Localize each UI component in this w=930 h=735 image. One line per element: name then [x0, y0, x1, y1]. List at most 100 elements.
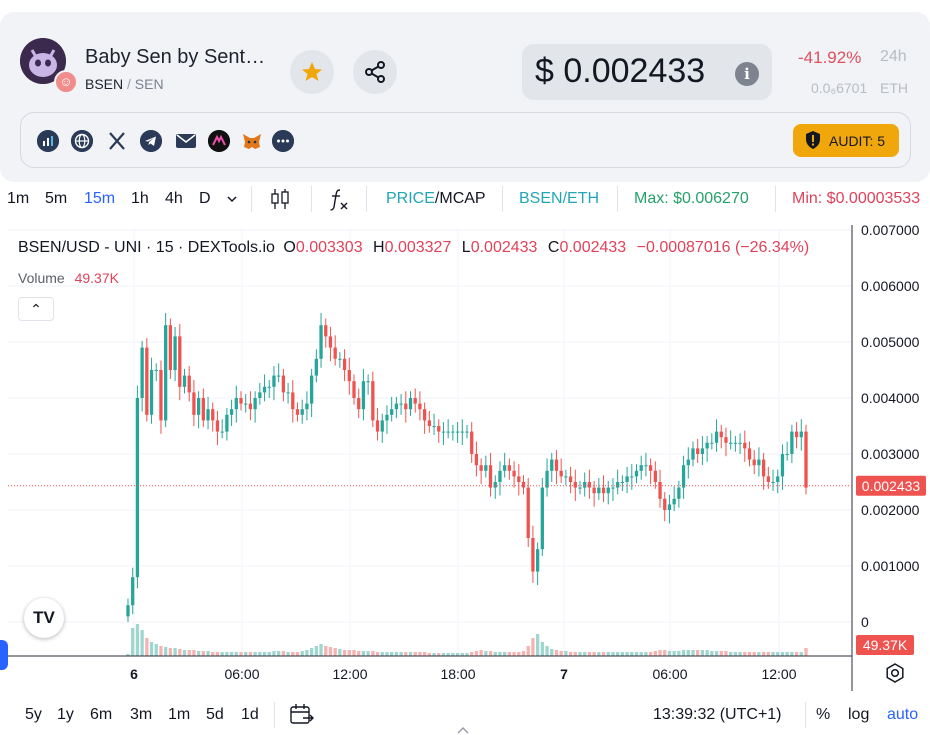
candle-body: [159, 370, 163, 421]
volume-bar: [225, 652, 229, 656]
auto-scale-toggle[interactable]: auto: [887, 706, 918, 724]
side-panel-handle[interactable]: [0, 640, 8, 670]
volume-bar: [220, 652, 224, 656]
candle-body: [733, 442, 738, 444]
audit-badge[interactable]: AUDIT: 5: [793, 124, 899, 157]
close-value: 0.002433: [559, 239, 627, 256]
range-5y[interactable]: 5y: [25, 706, 42, 724]
candle-body: [493, 482, 497, 488]
candle-body: [309, 375, 314, 404]
chart-canvas[interactable]: 0.007000 0.006000 0.005000 0.004000 0.003000…: [8, 225, 930, 691]
collapse-legend-button[interactable]: ⌃: [18, 297, 54, 321]
candle-body: [705, 442, 709, 449]
volume-bar: [201, 651, 205, 656]
price-mcap-toggle[interactable]: PRICE/MCAP: [386, 190, 486, 208]
y-tick-label: 0.006000: [861, 278, 920, 294]
volume-bar: [729, 652, 733, 656]
tradingview-logo-icon[interactable]: TV: [24, 598, 64, 638]
settings-icon[interactable]: [884, 662, 906, 684]
volume-bar: [262, 652, 267, 656]
candle-body: [225, 414, 229, 432]
volume-bar: [291, 652, 295, 656]
candle-body: [432, 426, 436, 427]
range-1d[interactable]: 1d: [241, 706, 259, 724]
telegram-icon[interactable]: [140, 130, 162, 152]
volume-bar: [790, 652, 794, 656]
timeframe-5m[interactable]: 5m: [45, 190, 67, 208]
volume-bar: [418, 652, 422, 656]
candle-body: [244, 403, 248, 405]
volume-bar: [338, 649, 342, 656]
volume-bar: [253, 652, 257, 656]
dextools-icon[interactable]: [37, 130, 59, 152]
mail-icon[interactable]: [175, 130, 197, 152]
candle-body: [663, 498, 667, 510]
toolbar-divider: [617, 186, 618, 212]
candle-body: [361, 381, 366, 410]
timeframe-15m[interactable]: 15m: [84, 190, 115, 208]
candle-body: [371, 381, 375, 421]
range-5d[interactable]: 5d: [206, 706, 224, 724]
volume-bar: [159, 646, 163, 656]
more-icon[interactable]: [272, 130, 294, 152]
candle-body: [215, 420, 220, 432]
candle-body: [413, 398, 417, 404]
coin-icon[interactable]: [208, 130, 230, 152]
candle-body: [455, 431, 460, 433]
share-button[interactable]: [353, 50, 397, 94]
range-1y[interactable]: 1y: [57, 706, 74, 724]
range-6m[interactable]: 6m: [90, 706, 112, 724]
candle-body: [229, 409, 234, 415]
favorite-button[interactable]: [290, 50, 334, 94]
candle-body: [154, 370, 158, 371]
candle-body: [667, 504, 672, 510]
y-tick-label: 0.002000: [861, 502, 920, 518]
range-bar: 5y 1y 6m 3m 1m 5d 1d 13:39:32 (UTC+1) % …: [0, 696, 930, 735]
timeframe-1h[interactable]: 1h: [131, 190, 149, 208]
indicators-icon[interactable]: [327, 186, 351, 212]
candle-body: [300, 409, 304, 415]
volume-legend: Volume 49.37K: [18, 270, 119, 286]
volume-bar: [606, 652, 610, 656]
high-value: 0.003327: [384, 239, 452, 256]
timeframe-d[interactable]: D: [199, 190, 211, 208]
volume-bar: [648, 652, 653, 656]
candle-body: [620, 482, 625, 483]
candle-body: [531, 538, 535, 572]
volume-bar: [597, 652, 601, 656]
metamask-icon[interactable]: [241, 130, 263, 152]
log-scale-toggle[interactable]: log: [848, 706, 869, 724]
volume-bar: [154, 644, 158, 656]
candle-body: [639, 465, 643, 471]
low-value: 0.002433: [470, 239, 538, 256]
candle-body: [644, 465, 648, 467]
volume-bar: [681, 650, 686, 656]
volume-bar: [380, 652, 384, 656]
candle-body: [206, 409, 210, 421]
price-box: $ 0.002433 i: [522, 44, 772, 100]
timeframe-4h[interactable]: 4h: [165, 190, 183, 208]
volume-value: 49.37K: [74, 270, 119, 286]
candle-body: [484, 465, 488, 471]
volume-bar: [733, 652, 738, 656]
candle-body: [333, 347, 337, 359]
info-icon[interactable]: i: [735, 62, 759, 86]
pair-toggle[interactable]: BSEN/ETH: [519, 190, 599, 208]
price-chart[interactable]: 0.007000 0.006000 0.005000 0.004000 0.003000…: [8, 225, 930, 691]
volume-bar: [573, 652, 577, 656]
volume-bar: [281, 651, 286, 656]
x-tick-label: 06:00: [652, 666, 687, 682]
candles-icon[interactable]: [269, 187, 291, 211]
x-icon[interactable]: [106, 130, 128, 152]
chevron-down-icon[interactable]: [225, 192, 239, 206]
globe-icon[interactable]: [71, 130, 93, 152]
range-3m[interactable]: 3m: [130, 706, 152, 724]
chevron-up-icon[interactable]: [455, 725, 471, 735]
volume-bar: [517, 652, 521, 656]
range-1m[interactable]: 1m: [168, 706, 190, 724]
volume-bar: [540, 642, 544, 656]
timeframe-1m[interactable]: 1m: [7, 190, 29, 208]
last-price-label: 0.002433: [862, 478, 921, 494]
goto-date-icon[interactable]: [289, 703, 315, 727]
percent-scale-toggle[interactable]: %: [816, 706, 830, 724]
